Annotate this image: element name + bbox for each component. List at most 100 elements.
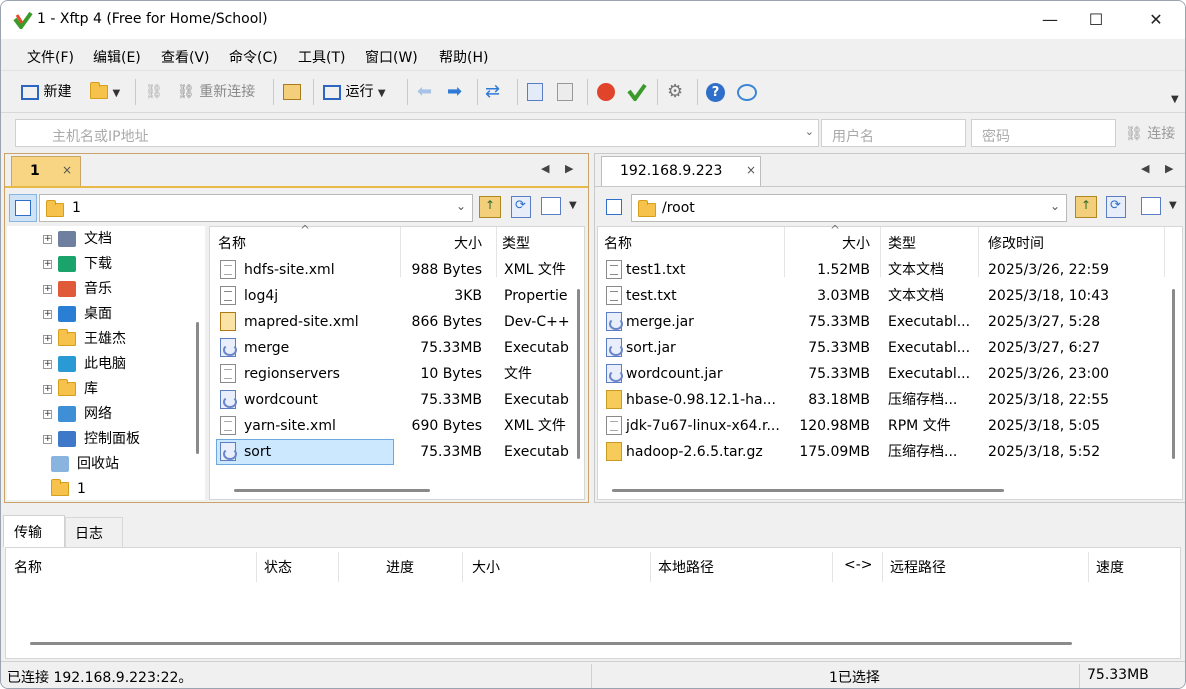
tab-log[interactable]: 日志 [65, 517, 123, 547]
tree-item[interactable]: + 此电脑 [39, 351, 126, 377]
maximize-button[interactable]: ☐ [1073, 1, 1119, 39]
file-row[interactable]: wordcount 75.33MB Executab [214, 387, 574, 413]
file-row[interactable]: test1.txt 1.52MB 文本文档 2025/3/26, 22:59 [600, 257, 1166, 283]
file-row[interactable]: regionservers 10 Bytes 文件 [214, 361, 574, 387]
reconnect-button[interactable]: ⛓ 重新连接 [177, 81, 255, 103]
file-row[interactable]: hdfs-site.xml 988 Bytes XML 文件 [214, 257, 574, 283]
parent-folder-button[interactable]: ↑ [1075, 196, 1097, 218]
remote-list-hscrollbar[interactable] [612, 489, 1004, 492]
file-row[interactable]: mapred-site.xml 866 Bytes Dev-C++ [214, 309, 574, 335]
expand-icon[interactable]: + [43, 334, 52, 344]
tab-remote-session[interactable]: 192.168.9.223 × [601, 156, 761, 186]
column-header-direction[interactable]: <-> [844, 557, 873, 573]
file-row[interactable]: merge.jar 75.33MB Executabl... 2025/3/27, 5… [600, 309, 1166, 335]
back-button[interactable]: ⬅ [417, 81, 432, 103]
column-header-status[interactable]: 状态 [264, 557, 292, 577]
menu-file[interactable]: 文件(F) [27, 47, 74, 67]
tree-item[interactable]: 1 [47, 476, 86, 502]
tab-scroll-right-icon[interactable]: ▶ [565, 162, 573, 175]
tree-item[interactable]: + 控制面板 [39, 426, 140, 452]
column-header-name[interactable]: 名称 [14, 557, 42, 577]
tree-item[interactable]: + 库 [39, 376, 98, 402]
local-list-hscrollbar[interactable] [234, 489, 430, 492]
transfer-hscrollbar[interactable] [30, 642, 1072, 645]
tree-toggle-button[interactable] [9, 194, 37, 222]
remote-list-vscrollbar[interactable] [1172, 289, 1175, 459]
tree-toggle-button[interactable] [601, 194, 629, 222]
username-input[interactable]: 用户名 [821, 119, 966, 147]
forward-button[interactable]: ➡ [447, 81, 462, 103]
file-row[interactable]: sort.jar 75.33MB Executabl... 2025/3/27, 6:… [600, 335, 1166, 361]
disconnect-button[interactable]: ⛓ [145, 81, 163, 103]
chevron-down-icon[interactable]: ⌄ [456, 199, 466, 213]
view-mode-button[interactable]: ▼ [541, 196, 583, 218]
tree-item[interactable]: + 下载 [39, 251, 112, 277]
menu-tools[interactable]: 工具(T) [298, 47, 345, 67]
file-row[interactable]: sort 75.33MB Executab [214, 439, 574, 465]
help-button[interactable]: ? [706, 81, 725, 103]
expand-icon[interactable]: + [43, 384, 52, 394]
menu-help[interactable]: 帮助(H) [439, 47, 488, 67]
options-button[interactable]: ⚙ [667, 81, 683, 103]
column-header-local-path[interactable]: 本地路径 [658, 557, 714, 577]
file-row[interactable]: log4j 3KB Propertie [214, 283, 574, 309]
feedback-button[interactable] [737, 81, 757, 103]
tree-item[interactable]: + 王雄杰 [39, 326, 126, 352]
file-row[interactable]: merge 75.33MB Executab [214, 335, 574, 361]
file-row[interactable]: yarn-site.xml 690 Bytes XML 文件 [214, 413, 574, 439]
column-header-progress[interactable]: 进度 [386, 557, 414, 577]
toolbar-overflow-button[interactable]: ▼ [1171, 87, 1179, 109]
column-header-name[interactable]: 名称 [218, 233, 246, 253]
file-row[interactable]: wordcount.jar 75.33MB Executabl... 2025/3/2… [600, 361, 1166, 387]
refresh-button[interactable]: ⟳ [1106, 196, 1126, 218]
refresh-button[interactable]: ⟳ [511, 196, 531, 218]
column-header-modified[interactable]: 修改时间 [988, 233, 1044, 253]
tree-item[interactable]: + 网络 [39, 401, 112, 427]
expand-icon[interactable]: + [43, 284, 52, 294]
tree-item[interactable]: + 桌面 [39, 301, 112, 327]
chevron-down-icon[interactable]: ⌄ [1050, 199, 1060, 213]
file-row[interactable]: hadoop-2.6.5.tar.gz 175.09MB 压缩存档... 2025/3… [600, 439, 1166, 465]
menu-view[interactable]: 查看(V) [161, 47, 210, 67]
view-mode-button[interactable]: ▼ [1141, 196, 1183, 218]
file-row[interactable]: test.txt 3.03MB 文本文档 2025/3/18, 10:43 [600, 283, 1166, 309]
tab-scroll-right-icon[interactable]: ▶ [1165, 162, 1173, 175]
host-input[interactable]: 主机名或IP地址 ⌄ [15, 119, 819, 147]
menu-command[interactable]: 命令(C) [229, 47, 278, 67]
chevron-down-icon[interactable]: ⌄ [805, 125, 814, 138]
expand-icon[interactable]: + [43, 309, 52, 319]
menu-window[interactable]: 窗口(W) [365, 47, 418, 67]
properties-button[interactable] [283, 81, 301, 103]
close-button[interactable]: ✕ [1133, 1, 1179, 39]
tab-scroll-left-icon[interactable]: ◀ [541, 162, 549, 175]
menu-edit[interactable]: 编辑(E) [93, 47, 141, 67]
tab-local-1[interactable]: 1 × [11, 156, 81, 186]
column-header-size[interactable]: 大小 [472, 557, 500, 577]
column-header-type[interactable]: 类型 [888, 233, 916, 253]
expand-icon[interactable]: + [43, 359, 52, 369]
tab-scroll-left-icon[interactable]: ◀ [1141, 162, 1149, 175]
column-header-speed[interactable]: 速度 [1096, 557, 1124, 577]
parent-folder-button[interactable]: ↑ [479, 196, 501, 218]
tab-close-icon[interactable]: × [746, 163, 756, 177]
tree-scrollbar[interactable] [196, 322, 199, 454]
tree-item[interactable]: 回收站 [47, 451, 119, 477]
expand-icon[interactable]: + [43, 434, 52, 444]
tree-item[interactable]: + 音乐 [39, 276, 112, 302]
column-header-remote-path[interactable]: 远程路径 [890, 557, 946, 577]
expand-icon[interactable]: + [43, 409, 52, 419]
xshell-button[interactable] [597, 81, 615, 103]
column-header-name[interactable]: 名称 [604, 233, 632, 253]
minimize-button[interactable]: — [1027, 1, 1073, 39]
paste-button[interactable] [557, 81, 573, 103]
new-session-button[interactable]: 新建 [21, 81, 71, 103]
column-header-type[interactable]: 类型 [502, 233, 530, 253]
remote-path-box[interactable]: /root ⌄ [631, 194, 1067, 222]
local-path-box[interactable]: 1 ⌄ [39, 194, 473, 222]
run-button[interactable]: 运行 ▼ [323, 81, 386, 103]
column-header-size[interactable]: 大小 [842, 233, 870, 253]
column-header-size[interactable]: 大小 [454, 233, 482, 253]
open-folder-button[interactable]: ▼ [90, 81, 120, 103]
connect-button[interactable]: ⛓ 连接 [1125, 123, 1175, 143]
file-row[interactable]: jdk-7u67-linux-x64.r... 120.98MB RPM 文件 202… [600, 413, 1166, 439]
